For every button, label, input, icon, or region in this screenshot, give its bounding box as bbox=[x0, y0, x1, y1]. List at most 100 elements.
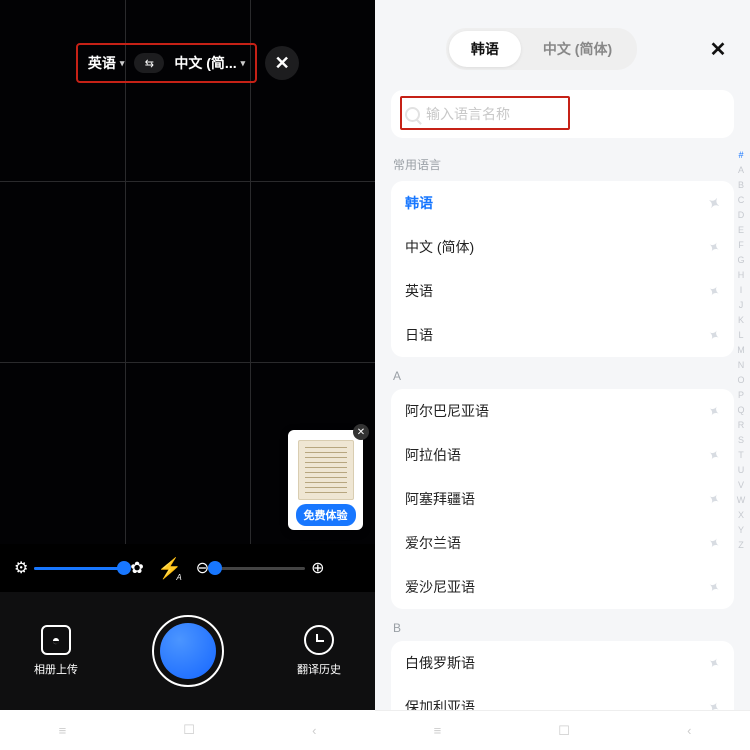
history-label: 翻译历史 bbox=[297, 661, 341, 677]
camera-translate-panel: 英语 ▾ ⇆ 中文 (简... ▾ ✕ ✕ 免费体验 bbox=[0, 0, 375, 750]
index-letter[interactable]: E bbox=[734, 225, 748, 235]
index-letter[interactable]: U bbox=[734, 465, 748, 475]
pin-icon[interactable]: ✦ bbox=[705, 697, 724, 710]
index-letter[interactable]: D bbox=[734, 210, 748, 220]
language-row[interactable]: 阿拉伯语✦ bbox=[391, 433, 734, 477]
language-row[interactable]: 英语✦ bbox=[391, 269, 734, 313]
tab-target[interactable]: 中文 (简体) bbox=[521, 31, 634, 67]
chevron-down-icon: ▾ bbox=[120, 58, 125, 69]
zoom-out-icon[interactable]: ⊖ bbox=[196, 558, 209, 578]
swap-languages-button[interactable]: ⇆ bbox=[134, 53, 164, 73]
pin-icon[interactable]: ✦ bbox=[705, 533, 724, 554]
shutter-button[interactable] bbox=[152, 615, 224, 687]
camera-viewport[interactable]: 英语 ▾ ⇆ 中文 (简... ▾ ✕ ✕ 免费体验 bbox=[0, 0, 375, 544]
chevron-down-icon: ▾ bbox=[241, 58, 246, 69]
index-letter[interactable]: Z bbox=[734, 540, 748, 550]
pin-icon[interactable]: ✦ bbox=[705, 445, 724, 466]
language-picker-header: 韩语 中文 (简体) ✕ bbox=[375, 0, 750, 80]
pin-icon[interactable]: ✦ bbox=[705, 577, 724, 598]
sparkle-icon[interactable]: ✿ bbox=[130, 558, 143, 578]
language-tabs: 韩语 中文 (简体) bbox=[391, 28, 692, 70]
zoom-in-icon[interactable]: ⊕ bbox=[311, 558, 324, 578]
index-letter[interactable]: V bbox=[734, 480, 748, 490]
pin-icon[interactable]: ✦ bbox=[705, 325, 724, 346]
nav-home-button[interactable]: ☐ bbox=[183, 722, 195, 738]
alphabet-index[interactable]: # ABCDEFGHIJKLMNOPQRSTUVWXYZ bbox=[734, 146, 748, 710]
index-letter[interactable]: M bbox=[734, 345, 748, 355]
common-languages-group: 韩语✦中文 (简体)✦英语✦日语✦ bbox=[391, 181, 734, 357]
index-letter[interactable]: R bbox=[734, 420, 748, 430]
nav-menu-button[interactable]: ≡ bbox=[59, 723, 67, 738]
preview-close-button[interactable]: ✕ bbox=[353, 424, 369, 440]
index-letter[interactable]: K bbox=[734, 315, 748, 325]
pin-icon[interactable]: ✦ bbox=[705, 653, 724, 674]
slider-fill bbox=[34, 567, 124, 570]
pin-icon[interactable]: ✦ bbox=[705, 401, 724, 422]
close-button[interactable]: ✕ bbox=[702, 33, 734, 65]
target-language-select[interactable]: 中文 (简... ▾ bbox=[168, 49, 251, 77]
index-letter[interactable]: A bbox=[734, 165, 748, 175]
language-row[interactable]: 保加利亚语 ✦ bbox=[391, 685, 734, 710]
pin-icon[interactable]: ✦ bbox=[705, 489, 724, 510]
language-search[interactable]: 输入语言名称 bbox=[391, 90, 734, 138]
close-button[interactable]: ✕ bbox=[265, 46, 299, 80]
index-letter[interactable]: B bbox=[734, 180, 748, 190]
translate-history-button[interactable]: 翻译历史 bbox=[297, 625, 341, 677]
language-row[interactable]: 爱尔兰语✦ bbox=[391, 521, 734, 565]
index-letter[interactable]: Q bbox=[734, 405, 748, 415]
language-label: 阿尔巴尼亚语 bbox=[405, 401, 489, 421]
language-row[interactable]: 日语✦ bbox=[391, 313, 734, 357]
tab-source[interactable]: 韩语 bbox=[449, 31, 521, 67]
index-letter[interactable]: X bbox=[734, 510, 748, 520]
index-letter[interactable]: P bbox=[734, 390, 748, 400]
language-label: 韩语 bbox=[405, 193, 433, 213]
language-row[interactable]: 中文 (简体)✦ bbox=[391, 225, 734, 269]
index-letter[interactable]: Y bbox=[734, 525, 748, 535]
index-letter[interactable]: L bbox=[734, 330, 748, 340]
index-letter[interactable]: T bbox=[734, 450, 748, 460]
zoom-slider[interactable] bbox=[215, 567, 305, 570]
language-row[interactable]: 阿尔巴尼亚语 ✦ bbox=[391, 389, 734, 433]
index-letter[interactable]: J bbox=[734, 300, 748, 310]
close-icon: ✕ bbox=[710, 37, 727, 62]
index-letter[interactable]: W bbox=[734, 495, 748, 505]
slider-thumb[interactable] bbox=[208, 561, 222, 575]
language-label: 保加利亚语 bbox=[405, 697, 475, 710]
pin-icon[interactable]: ✦ bbox=[705, 193, 724, 214]
index-letter[interactable]: O bbox=[734, 375, 748, 385]
language-bar-highlight: 英语 ▾ ⇆ 中文 (简... ▾ bbox=[76, 43, 257, 83]
nav-home-button[interactable]: ☐ bbox=[558, 723, 570, 739]
language-row[interactable]: 阿塞拜疆语✦ bbox=[391, 477, 734, 521]
sample-preview-card[interactable]: ✕ 免费体验 bbox=[288, 430, 363, 530]
language-row[interactable]: 韩语 ✦ bbox=[391, 181, 734, 225]
pin-icon[interactable]: ✦ bbox=[705, 237, 724, 258]
source-language-select[interactable]: 英语 ▾ bbox=[82, 49, 131, 77]
nav-back-button[interactable]: ‹ bbox=[312, 723, 316, 738]
group-a: 阿尔巴尼亚语✦阿拉伯语✦阿塞拜疆语✦爱尔兰语✦爱沙尼亚语✦ bbox=[391, 389, 734, 609]
language-picker-panel: 韩语 中文 (简体) ✕ 输入语言名称 常用语言 韩语✦中文 (简体)✦英语✦日… bbox=[375, 0, 750, 750]
language-row[interactable]: 白俄罗斯语 ✦ bbox=[391, 641, 734, 685]
brightness-slider[interactable] bbox=[34, 567, 124, 570]
language-label: 白俄罗斯语 bbox=[405, 653, 475, 673]
gallery-upload-button[interactable]: ◓ 相册上传 bbox=[34, 625, 78, 677]
flash-toggle[interactable]: ⚡ A bbox=[154, 552, 186, 584]
pin-icon[interactable]: ✦ bbox=[705, 281, 724, 302]
language-label: 爱沙尼亚语 bbox=[405, 577, 475, 597]
history-icon bbox=[304, 625, 334, 655]
index-letter[interactable]: H bbox=[734, 270, 748, 280]
index-letter[interactable]: N bbox=[734, 360, 748, 370]
nav-back-button[interactable]: ‹ bbox=[687, 723, 691, 738]
index-letter[interactable]: I bbox=[734, 285, 748, 295]
slider-thumb[interactable] bbox=[117, 561, 131, 575]
gear-icon[interactable]: ⚙ bbox=[14, 558, 28, 578]
language-row[interactable]: 爱沙尼亚语 ✦ bbox=[391, 565, 734, 609]
language-list[interactable]: 常用语言 韩语✦中文 (简体)✦英语✦日语✦ A 阿尔巴尼亚语✦阿拉伯语✦阿塞拜… bbox=[375, 146, 750, 710]
nav-menu-button[interactable]: ≡ bbox=[434, 723, 442, 738]
index-letter[interactable]: F bbox=[734, 240, 748, 250]
index-letter[interactable]: C bbox=[734, 195, 748, 205]
swap-icon: ⇆ bbox=[145, 57, 154, 70]
index-letter[interactable]: # bbox=[734, 150, 748, 160]
index-letter[interactable]: S bbox=[734, 435, 748, 445]
free-trial-badge: 免费体验 bbox=[296, 504, 356, 526]
index-letter[interactable]: G bbox=[734, 255, 748, 265]
